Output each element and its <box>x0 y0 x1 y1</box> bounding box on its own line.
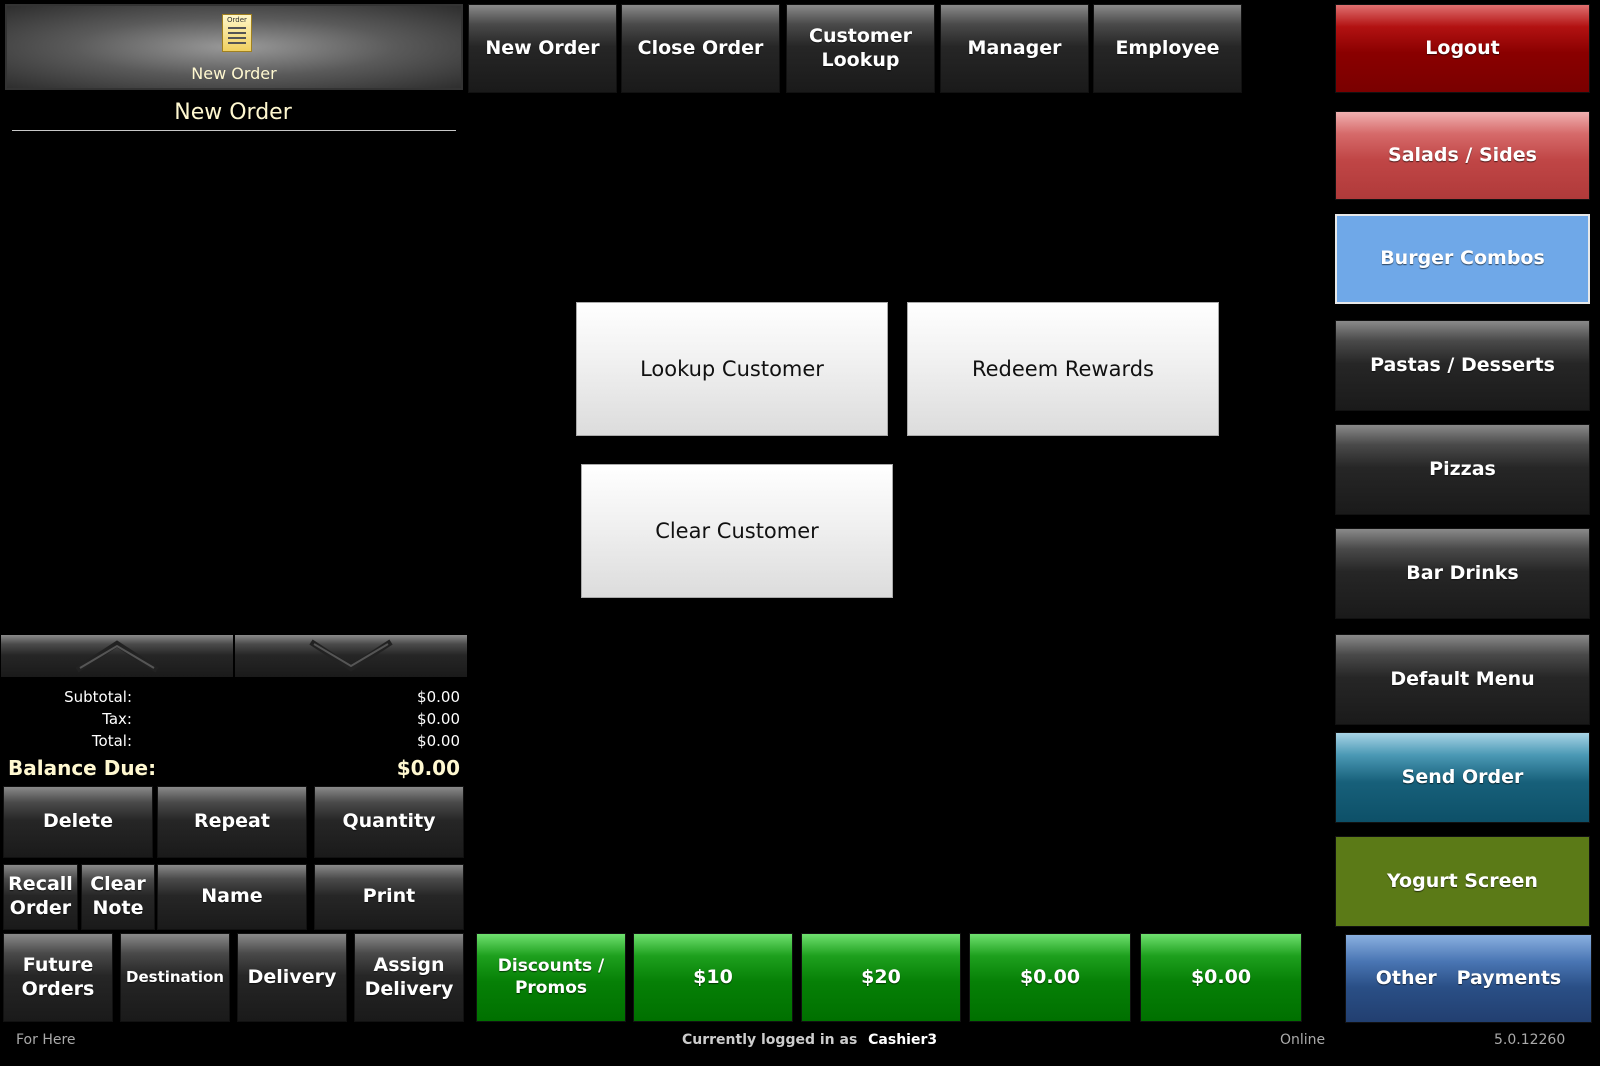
scroll-down-button[interactable] <box>235 635 467 677</box>
repeat-button[interactable]: Repeat <box>157 786 307 858</box>
balance-due-value: $0.00 <box>396 756 460 780</box>
new-order-tile-label: New Order <box>191 64 277 83</box>
tax-label: Tax: <box>102 710 132 728</box>
delivery-button[interactable]: Delivery <box>237 933 347 1022</box>
future-orders-button[interactable]: Future Orders <box>3 933 113 1022</box>
other-payments-button[interactable]: Other Payments <box>1345 934 1592 1023</box>
login-status-label: Currently logged in as <box>682 1032 858 1048</box>
chevron-up-icon <box>75 640 159 673</box>
logout-button[interactable]: Logout <box>1335 4 1590 93</box>
yogurt-screen-button[interactable]: Yogurt Screen <box>1335 836 1590 927</box>
tax-value: $0.00 <box>417 710 460 728</box>
salads-sides-button[interactable]: Salads / Sides <box>1335 111 1590 200</box>
default-menu-button[interactable]: Default Menu <box>1335 634 1590 725</box>
name-button[interactable]: Name <box>157 864 307 930</box>
send-order-button[interactable]: Send Order <box>1335 732 1590 823</box>
recall-order-button[interactable]: Recall Order <box>3 864 78 930</box>
subtotal-value: $0.00 <box>417 688 460 706</box>
clear-note-button[interactable]: Clear Note <box>81 864 155 930</box>
clear-customer-button[interactable]: Clear Customer <box>581 464 893 598</box>
balance-due-label: Balance Due: <box>8 756 157 780</box>
login-status: Currently logged in as Cashier3 <box>682 1032 937 1048</box>
customer-lookup-button[interactable]: Customer Lookup <box>786 4 935 93</box>
total-value: $0.00 <box>417 732 460 750</box>
pay-quick-a-button[interactable]: $0.00 <box>969 933 1131 1022</box>
pay-10-button[interactable]: $10 <box>633 933 793 1022</box>
discounts-promos-button[interactable]: Discounts / Promos <box>476 933 626 1022</box>
pastas-desserts-button[interactable]: Pastas / Desserts <box>1335 320 1590 411</box>
pay-20-button[interactable]: $20 <box>801 933 961 1022</box>
order-icon-label: Order <box>227 16 247 24</box>
close-order-button[interactable]: Close Order <box>621 4 780 93</box>
print-button[interactable]: Print <box>314 864 464 930</box>
version-label: 5.0.12260 <box>1494 1032 1566 1048</box>
burger-combos-button[interactable]: Burger Combos <box>1335 214 1590 304</box>
new-order-button[interactable]: New Order <box>468 4 617 93</box>
order-title: New Order <box>174 100 292 125</box>
logged-in-user: Cashier3 <box>868 1032 938 1048</box>
order-title-divider <box>12 130 456 131</box>
chevron-down-icon <box>309 639 393 672</box>
quantity-button[interactable]: Quantity <box>314 786 464 858</box>
pizzas-button[interactable]: Pizzas <box>1335 424 1590 515</box>
employee-button[interactable]: Employee <box>1093 4 1242 93</box>
order-ticket-icon: Order <box>222 14 252 52</box>
new-order-tile[interactable]: Order New Order <box>5 4 463 90</box>
connection-status: Online <box>1280 1032 1326 1048</box>
bar-drinks-button[interactable]: Bar Drinks <box>1335 528 1590 619</box>
pay-quick-b-button[interactable]: $0.00 <box>1140 933 1302 1022</box>
lookup-customer-button[interactable]: Lookup Customer <box>576 302 888 436</box>
scroll-up-button[interactable] <box>1 635 233 677</box>
order-mode-status: For Here <box>16 1032 76 1048</box>
manager-button[interactable]: Manager <box>940 4 1089 93</box>
delete-button[interactable]: Delete <box>3 786 153 858</box>
total-label: Total: <box>91 732 132 750</box>
subtotal-label: Subtotal: <box>64 688 132 706</box>
destination-button[interactable]: Destination <box>120 933 230 1022</box>
redeem-rewards-button[interactable]: Redeem Rewards <box>907 302 1219 436</box>
assign-delivery-button[interactable]: Assign Delivery <box>354 933 464 1022</box>
